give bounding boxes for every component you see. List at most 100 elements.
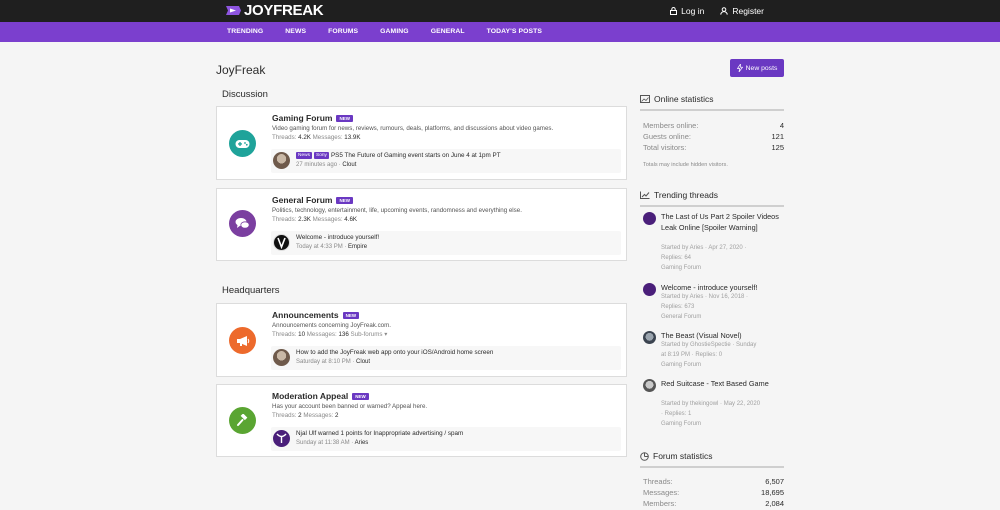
latest-title-text[interactable]: PS5 The Future of Gaming event starts on… (331, 152, 501, 159)
latest-title-text[interactable]: Njal Ulf warned 1 points for Inappropria… (296, 430, 463, 437)
latest-post[interactable]: How to add the JoyFreak web app onto you… (271, 346, 621, 370)
latest-title[interactable]: Welcome - introduce yourself! (296, 234, 379, 241)
avatar[interactable] (273, 430, 290, 447)
node-title[interactable]: Moderation Appeal NEW (272, 391, 369, 401)
trending-item-replies: · Replies: 1 (661, 411, 692, 417)
nav-todays-posts[interactable]: TODAY'S POSTS (487, 22, 542, 42)
stat-value: 6,507 (765, 477, 784, 486)
forum-node-moderation-appeal: Moderation Appeal NEW Has your account b… (216, 384, 627, 457)
avatar[interactable] (643, 331, 656, 344)
trending-item-forum[interactable]: Gaming Forum (661, 264, 784, 274)
threads-label: Threads: (272, 134, 297, 141)
register-label: Register (732, 6, 764, 16)
threads-count: 10 (298, 331, 306, 338)
avatar[interactable] (643, 283, 656, 296)
forum-node-general: General Forum NEW Politics, technology, … (216, 188, 627, 261)
messages-label: Messages: (306, 331, 337, 338)
threads-label: Threads: (272, 216, 297, 223)
forum-statistics-title: Forum statistics (653, 451, 713, 461)
user-icon (720, 7, 729, 15)
trending-item-title[interactable]: The Beast (Visual Novel) (661, 331, 784, 342)
avatar[interactable] (273, 349, 290, 366)
node-title-text[interactable]: Announcements (272, 310, 339, 320)
avatar[interactable] (273, 152, 290, 169)
register-link[interactable]: Register (720, 6, 764, 16)
node-title[interactable]: Gaming Forum NEW (272, 113, 353, 123)
avatar[interactable] (273, 234, 290, 251)
forum-statistics-block: Forum statistics Threads: 6,507 Messages:… (640, 451, 784, 509)
latest-meta: Sunday at 11:38 AM · Aries (296, 440, 369, 446)
forum-node-announcements: Announcements NEW Announcements concerni… (216, 303, 627, 377)
subforums-toggle[interactable]: Sub-forums ▾ (351, 331, 388, 338)
latest-author[interactable]: Clout (342, 162, 356, 168)
nav-gaming[interactable]: GAMING (380, 22, 409, 42)
login-link[interactable]: Log in (670, 6, 704, 16)
nav-trending[interactable]: TRENDING (227, 22, 263, 42)
avatar[interactable] (643, 379, 656, 392)
nav-forums[interactable]: FORUMS (328, 22, 358, 42)
latest-meta: 27 minutes ago · Clout (296, 162, 357, 168)
node-stats: Threads: 2.3K Messages: 4.6K (272, 216, 357, 223)
messages-label: Messages: (303, 412, 334, 419)
logo-mark-icon (225, 3, 242, 18)
nav-general[interactable]: GENERAL (431, 22, 465, 42)
online-statistics-title: Online statistics (654, 94, 714, 104)
page-title: JoyFreak (216, 63, 266, 77)
stat-label: Guests online: (643, 132, 691, 141)
trending-threads-block: Trending threads The Last of Us Part 2 S… (640, 190, 784, 450)
node-stats: Threads: 2 Messages: 2 (272, 412, 338, 419)
latest-title-text[interactable]: How to add the JoyFreak web app onto you… (296, 349, 493, 356)
trending-item-title[interactable]: The Last of Us Part 2 Spoiler Videos Lea… (661, 212, 784, 233)
bolt-icon (736, 64, 743, 72)
stat-value: 4 (779, 121, 784, 130)
trending-item-replies: Replies: 673 (661, 304, 695, 310)
stat-guests-online: Guests online: 121 (640, 131, 784, 142)
latest-time: Today at 4:33 PM (296, 244, 343, 250)
trending-item-forum[interactable]: General Forum (661, 313, 784, 323)
avatar[interactable] (643, 212, 656, 225)
threads-label: Threads: (272, 412, 297, 419)
node-title-text[interactable]: Gaming Forum (272, 113, 332, 123)
trending-item-replies: Replies: 64 (661, 255, 692, 261)
tag-sony[interactable]: Sony (314, 152, 329, 159)
latest-title-text[interactable]: Welcome - introduce yourself! (296, 234, 379, 241)
section-title-headquarters: Headquarters (222, 285, 280, 296)
trending-item-forum[interactable]: Gaming Forum (661, 420, 784, 430)
node-title[interactable]: General Forum NEW (272, 195, 353, 205)
latest-author[interactable]: Clout (356, 359, 370, 365)
latest-post[interactable]: News Sony PS5 The Future of Gaming event… (271, 149, 621, 173)
threads-count: 2 (298, 412, 302, 419)
latest-author[interactable]: Empire (348, 244, 367, 250)
latest-post[interactable]: Njal Ulf warned 1 points for Inappropria… (271, 427, 621, 451)
latest-post[interactable]: Welcome - introduce yourself! Today at 4… (271, 231, 621, 255)
node-title-text[interactable]: General Forum (272, 195, 332, 205)
stat-value: 121 (771, 132, 784, 141)
latest-title[interactable]: News Sony PS5 The Future of Gaming event… (296, 152, 501, 159)
gavel-icon (229, 407, 256, 434)
messages-count: 13.9K (344, 134, 361, 141)
latest-title[interactable]: How to add the JoyFreak web app onto you… (296, 349, 493, 356)
logo-text: JOYFREAK (244, 2, 324, 19)
node-title[interactable]: Announcements NEW (272, 310, 360, 320)
latest-author[interactable]: Aries (355, 440, 369, 446)
stat-value: 125 (771, 143, 784, 152)
threads-label: Threads: (272, 331, 297, 338)
new-posts-button[interactable]: New posts (730, 59, 784, 77)
nav-news[interactable]: NEWS (285, 22, 306, 42)
trending-item-title[interactable]: Welcome - introduce yourself! (661, 283, 784, 294)
trending-item-forum[interactable]: Gaming Forum (661, 361, 784, 371)
trending-item-title[interactable]: Red Suitcase - Text Based Game (661, 379, 784, 390)
logo[interactable]: JOYFREAK (225, 2, 324, 19)
online-note: Totals may include hidden visitors. (643, 162, 728, 168)
online-statistics-block: Online statistics Members online: 4 Guest… (640, 94, 784, 168)
tag-news[interactable]: News (296, 152, 312, 159)
top-bar: JOYFREAK Log in Register (0, 0, 1000, 22)
stat-threads: Threads: 6,507 (640, 476, 784, 487)
node-title-text[interactable]: Moderation Appeal (272, 391, 348, 401)
node-stats: Threads: 4.2K Messages: 13.9K (272, 134, 360, 141)
trending-chart-icon (640, 191, 650, 199)
latest-title[interactable]: Njal Ulf warned 1 points for Inappropria… (296, 430, 463, 437)
trending-item-meta: Started by GhostieSpectie · Sunday (661, 342, 757, 348)
image-icon (640, 95, 650, 103)
messages-count: 4.6K (344, 216, 358, 223)
